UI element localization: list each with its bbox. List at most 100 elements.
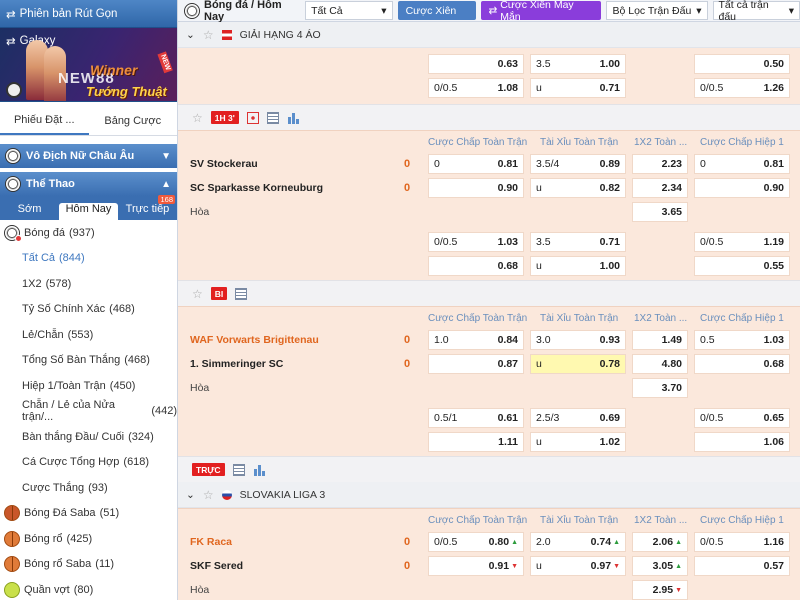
sidebar-item-total-goals[interactable]: Tổng Số Bàn Thắng (468) (0, 348, 177, 374)
odds-cell[interactable]: 0/0.5 1.26 (694, 78, 790, 98)
odds-cell[interactable]: u 0.71 (530, 78, 626, 98)
market-filter-dropdown[interactable]: Tất Cả ▾ (305, 1, 393, 20)
odds-cell[interactable]: 2.0 0.74 ▲ (530, 532, 626, 552)
basketball-icon (4, 530, 20, 547)
bet-tabs: Phiếu Đặt ... Bảng Cược (0, 106, 177, 136)
odds-cell[interactable]: 0.68 (428, 256, 524, 276)
favorite-star-icon[interactable]: ☆ (192, 111, 203, 125)
parlay-button[interactable]: Cược Xiên (397, 1, 476, 20)
list-icon[interactable] (235, 287, 248, 300)
odds-cell[interactable]: 0.87 (428, 354, 524, 374)
favorite-star-icon[interactable]: ☆ (192, 287, 203, 301)
odds-cell[interactable]: 2.34 (632, 178, 688, 198)
sidebar-item-basketball[interactable]: Bóng rổ (425) (0, 526, 177, 552)
chart-icon[interactable] (286, 111, 299, 124)
odds-cell[interactable]: 3.05 ▲ (632, 556, 688, 576)
odds-cell[interactable]: u 0.82 (530, 178, 626, 198)
odds-cell[interactable]: 1.06 (694, 432, 790, 452)
odds-cell[interactable]: u 1.00 (530, 256, 626, 276)
odds-cell[interactable]: 2.5/3 0.69 (530, 408, 626, 428)
all-matches-dropdown[interactable]: Tất cả trận đấu ▾ (712, 0, 800, 23)
match-filter-dropdown[interactable]: Bộ Lọc Trận Đấu ▾ (606, 1, 708, 20)
odds-down-icon: ▼ (511, 562, 518, 570)
chart-icon[interactable] (252, 463, 265, 476)
odds-cell[interactable]: 4.80 (632, 354, 688, 374)
odds-cell[interactable]: 0 0.81 (428, 154, 524, 174)
sidebar-item-1x2[interactable]: 1X2 (578) (0, 271, 177, 297)
odds-cell[interactable]: 3.5 0.71 (530, 232, 626, 252)
tab-today[interactable]: Hôm Nay (59, 203, 118, 220)
odds-cell[interactable]: 1.11 (428, 432, 524, 452)
league-header[interactable]: ⌄ ☆ GIẢI HẠNG 4 ÁO (178, 22, 800, 48)
sidebar-item-outright[interactable]: Cược Thắng (93) (0, 475, 177, 501)
odds-cell[interactable]: 0.68 (694, 354, 790, 374)
section-sports[interactable]: Thể Thao ▲ (0, 172, 177, 196)
away-score: 0 (404, 182, 411, 194)
quick-version-link[interactable]: ⇄ Phiên bản Rút Gọn (0, 0, 177, 28)
sidebar-item-saba-basketball[interactable]: Bóng rổ Saba (11) (0, 552, 177, 578)
match-row: Hòa 3.70 (178, 376, 800, 400)
tab-early[interactable]: Sớm (0, 203, 59, 220)
match-row: SV Stockerau 0 0 0.81 3.5/4 0.89 2.23 0 0.8… (178, 152, 800, 176)
tab-live[interactable]: Trực tiếp 168 (118, 195, 177, 220)
odds-cell[interactable]: 0/0.5 1.08 (428, 78, 524, 98)
odds-row: 0.5/1 0.61 2.5/3 0.69 0/0.5 0.65 (178, 406, 800, 430)
sidebar-item-tennis[interactable]: Quần vợt (80) (0, 577, 177, 600)
tab-bet-table[interactable]: Bảng Cược (89, 106, 178, 135)
odds-cell[interactable]: 0.50 (694, 54, 790, 74)
sidebar-item-ht-ft[interactable]: Hiệp 1/Toàn Trận (450) (0, 373, 177, 399)
odds-cell[interactable]: 0.90 (428, 178, 524, 198)
odds-cell[interactable]: 0/0.5 1.19 (694, 232, 790, 252)
odds-cell[interactable]: 0 0.81 (694, 154, 790, 174)
odds-cell[interactable]: 0.5/1 0.61 (428, 408, 524, 428)
sidebar-item-odd-even[interactable]: Lẻ/Chẵn (553) (0, 322, 177, 348)
odds-cell[interactable]: 3.0 0.93 (530, 330, 626, 350)
section-euro-women[interactable]: Vô Địch Nữ Châu Âu ▼ (0, 144, 177, 168)
sidebar-item-first-last-goal[interactable]: Bàn thắng Đầu/ Cuối (324) (0, 424, 177, 450)
list-icon[interactable] (266, 111, 279, 124)
odds-cell[interactable]: 0/0.5 0.65 (694, 408, 790, 428)
tennis-ball-icon (4, 581, 20, 598)
lucky-parlay-button[interactable]: ⇄ Cược Xiên May Mắn (480, 0, 602, 23)
sidebar-item-all[interactable]: Tất Cả (844) (0, 246, 177, 272)
odds-cell[interactable]: 0.90 (694, 178, 790, 198)
sidebar-item-football[interactable]: Bóng đá (937) (0, 220, 177, 246)
sidebar-item-mix-parlay[interactable]: Cá Cược Tổng Hợp (618) (0, 450, 177, 476)
odds-cell[interactable]: 1.0 0.84 (428, 330, 524, 350)
league-header[interactable]: ⌄ ☆ SLOVAKIA LIGA 3 (178, 482, 800, 508)
odds-cell[interactable]: 2.23 (632, 154, 688, 174)
odds-cell[interactable]: 3.5/4 0.89 (530, 154, 626, 174)
odds-cell[interactable]: 3.65 (632, 202, 688, 222)
odds-cell[interactable]: 0.55 (694, 256, 790, 276)
sidebar-item-correct-score[interactable]: Tỷ Số Chính Xác (468) (0, 297, 177, 323)
tab-bet-slip[interactable]: Phiếu Đặt ... (0, 106, 89, 135)
match-row: Hòa 2.95 ▼ (178, 578, 800, 600)
odds-cell[interactable]: 0/0.5 1.16 (694, 532, 790, 552)
odds-cell[interactable]: 0/0.5 0.80 ▲ (428, 532, 524, 552)
chevron-down-icon: ▾ (381, 4, 387, 17)
odds-cell[interactable]: u 0.97 ▼ (530, 556, 626, 576)
odds-cell-highlighted[interactable]: u 0.78 (530, 354, 626, 374)
live-badge: TRỰC (192, 463, 225, 476)
odds-cell[interactable]: 0.63 (428, 54, 524, 74)
sidebar-item-saba-football[interactable]: Bóng Đá Saba (51) (0, 501, 177, 527)
sidebar-item-half-odd-even[interactable]: Chẵn / Lẻ của Nửa trận/... (442) (0, 399, 177, 425)
odds-cell[interactable]: u 1.02 (530, 432, 626, 452)
odds-cell[interactable]: 0/0.5 1.03 (428, 232, 524, 252)
galaxy-banner[interactable]: ⇄Galaxy NEW88 Winner Tướng Thuật NEW (0, 28, 177, 102)
favorite-star-icon[interactable]: ☆ (203, 28, 214, 42)
sidebar: ⇄ Phiên bản Rút Gọn ⇄Galaxy NEW88 Winner… (0, 0, 178, 600)
odds-cell[interactable]: 0.91 ▼ (428, 556, 524, 576)
away-score: 0 (404, 560, 411, 572)
favorite-star-icon[interactable]: ☆ (203, 488, 214, 502)
odds-cell[interactable]: 2.06 ▲ (632, 532, 688, 552)
odds-cell[interactable]: 1.49 (632, 330, 688, 350)
odds-cell[interactable]: 3.70 (632, 378, 688, 398)
odds-cell[interactable]: 0.57 (694, 556, 790, 576)
list-icon[interactable] (232, 463, 245, 476)
odds-cell[interactable]: 2.95 ▼ (632, 580, 688, 600)
odds-cell[interactable]: 0.5 1.03 (694, 330, 790, 350)
match-row: SKF Sered 0 0.91 ▼ u 0.97 ▼ 3.05 ▲ 0.57 (178, 554, 800, 578)
stats-icon[interactable] (246, 111, 259, 124)
odds-cell[interactable]: 3.5 1.00 (530, 54, 626, 74)
